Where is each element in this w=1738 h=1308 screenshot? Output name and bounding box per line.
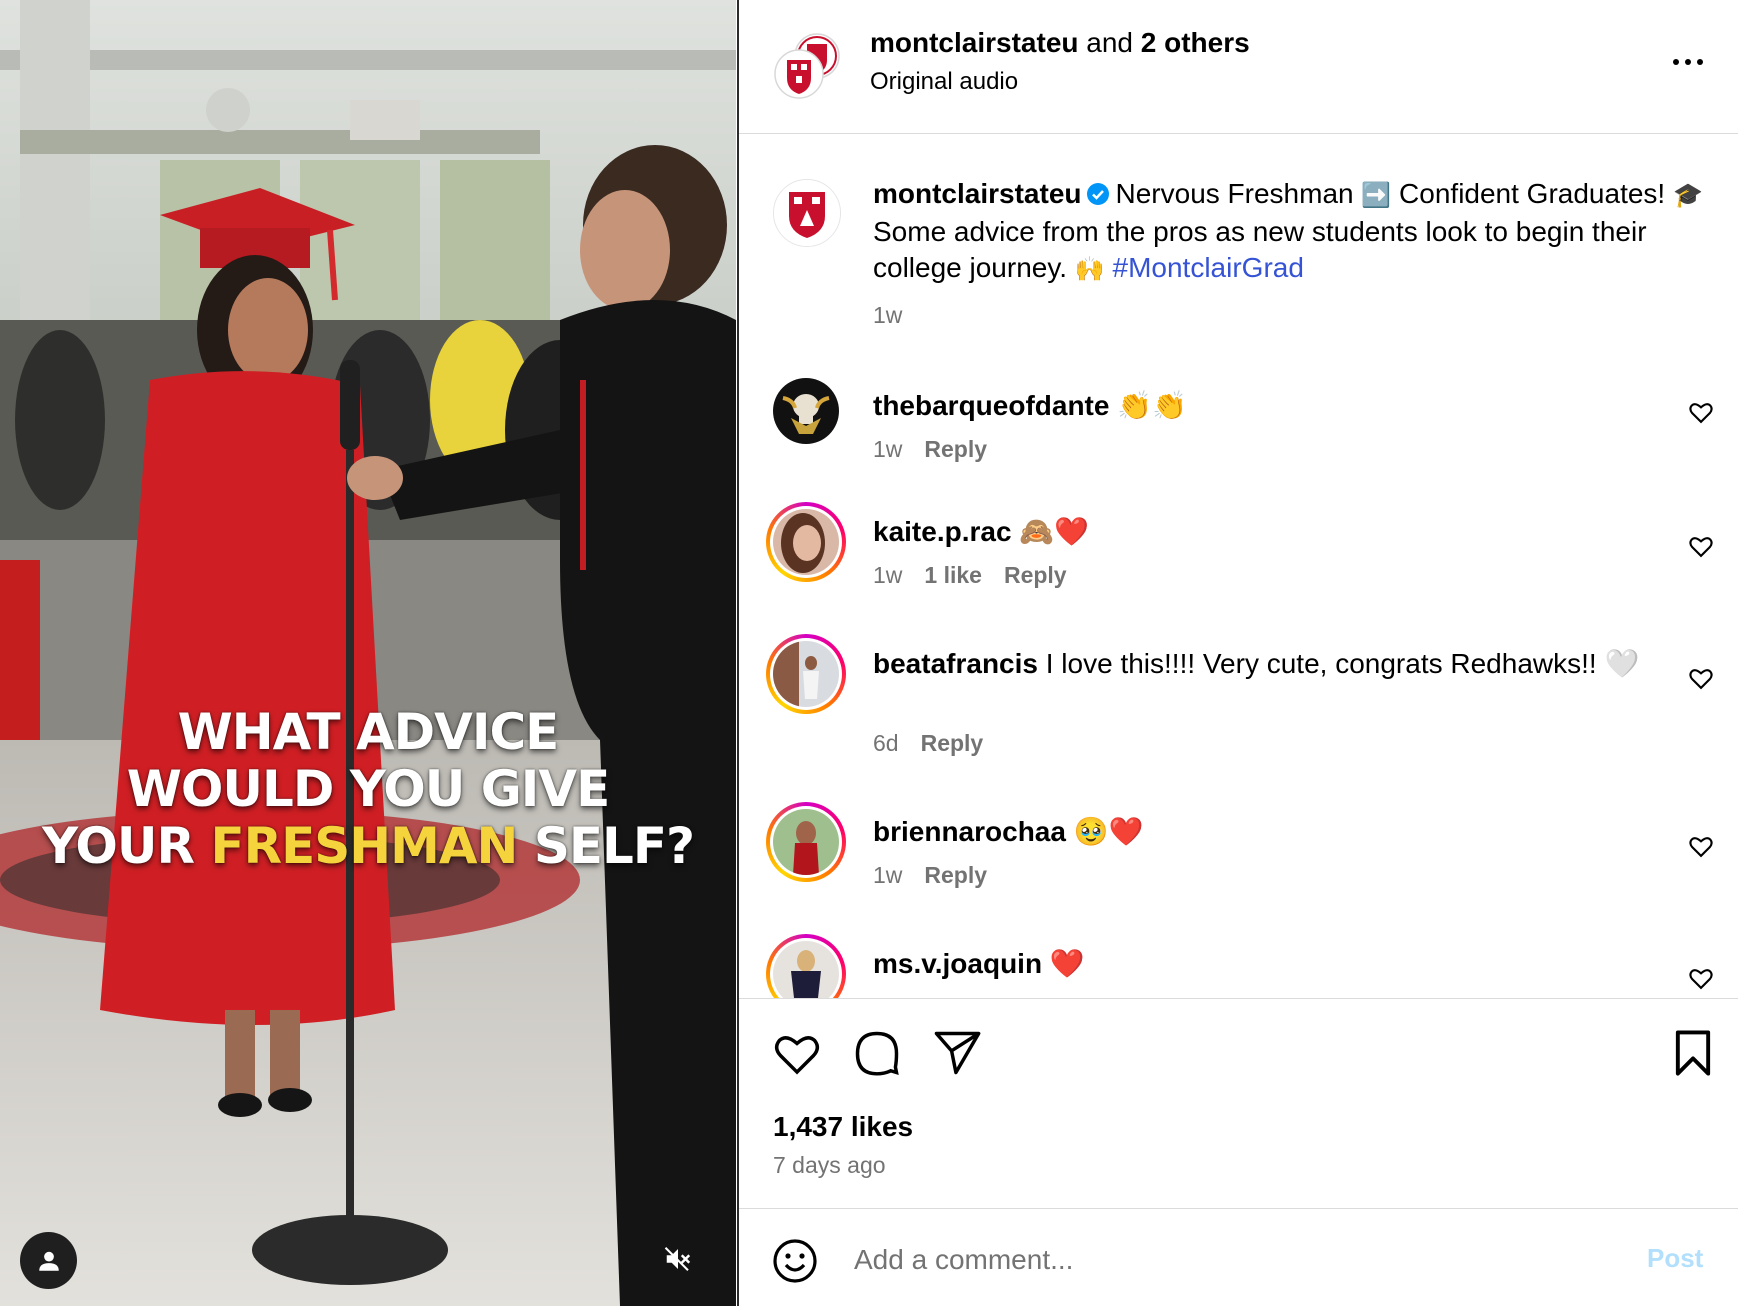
raised-hands-emoji: 🙌 — [1074, 256, 1105, 283]
comment-username[interactable]: thebarqueofdante — [873, 390, 1109, 421]
comment-time[interactable]: 1w — [873, 436, 902, 462]
like-comment-heart-icon[interactable] — [1687, 398, 1715, 426]
add-comment-input[interactable] — [852, 1231, 1556, 1289]
add-comment-bar: Post — [739, 1208, 1738, 1308]
video-frame-image — [0, 0, 736, 1306]
emoji-picker-icon[interactable] — [771, 1237, 819, 1285]
user-icon — [38, 1251, 59, 1271]
header-and-text: and — [1078, 27, 1141, 58]
header-account-link[interactable]: montclairstateu — [870, 27, 1079, 58]
story-ring-avatar[interactable] — [766, 502, 846, 582]
mute-toggle-button[interactable] — [648, 1234, 708, 1284]
caption-time[interactable]: 1w — [873, 302, 902, 329]
commenter-avatar — [773, 809, 839, 875]
more-dot — [1685, 59, 1691, 65]
likes-count[interactable]: 1,437 likes — [773, 1111, 913, 1143]
comment-time[interactable]: 6d — [873, 730, 899, 756]
comment-body: 🙈❤️ — [1019, 516, 1090, 547]
montclair-logo-icon — [774, 33, 840, 99]
caption-author-avatar[interactable] — [773, 179, 841, 247]
commenter-avatar — [773, 941, 839, 998]
comment-username[interactable]: beatafrancis — [873, 648, 1038, 679]
caption-highlight-word: FRESHMAN — [210, 817, 518, 875]
audio-label[interactable]: Original audio — [870, 68, 1018, 96]
arrow-emoji: ➡️ — [1361, 182, 1392, 209]
share-send-icon[interactable] — [931, 1027, 983, 1079]
comment-body: I love this!!!! Very cute, congrats Redh… — [1045, 648, 1640, 679]
more-options-button[interactable] — [1666, 44, 1710, 80]
comment-text-block: thebarqueofdante 👏👏 — [873, 388, 1643, 424]
reply-button[interactable]: Reply — [921, 730, 984, 756]
comment-meta: 1w 1 like Reply — [873, 562, 1067, 589]
header-others-link[interactable]: 2 others — [1141, 27, 1250, 58]
video-caption-overlay: WHAT ADVICE WOULD YOU GIVE YOUR FRESHMAN… — [0, 704, 736, 875]
post-caption: montclairstateu Nervous Freshman ➡️ Confi… — [873, 176, 1713, 288]
commenter-avatar — [773, 509, 839, 575]
post-date[interactable]: 7 days ago — [773, 1152, 886, 1179]
like-heart-icon[interactable] — [771, 1027, 823, 1079]
comment-meta: 1w Reply — [873, 862, 987, 889]
reply-button[interactable]: Reply — [924, 436, 987, 462]
hashtag-link[interactable]: #MontclairGrad — [1113, 252, 1304, 283]
comment-text-block: beatafrancis I love this!!!! Very cute, … — [873, 646, 1643, 682]
commenter-avatar[interactable] — [773, 378, 839, 444]
reel-video[interactable]: WHAT ADVICE WOULD YOU GIVE YOUR FRESHMAN… — [0, 0, 736, 1306]
header-title: montclairstateu and 2 others — [870, 27, 1250, 59]
profile-photo-image — [773, 509, 839, 575]
more-dots-icon — [1673, 59, 1679, 65]
caption-line-3: YOUR FRESHMAN SELF? — [0, 818, 736, 875]
comment-username[interactable]: briennarochaa — [873, 816, 1066, 847]
like-comment-heart-icon[interactable] — [1687, 832, 1715, 860]
caption-text-2: Confident Graduates! — [1391, 178, 1673, 209]
story-ring-avatar[interactable] — [766, 934, 846, 998]
like-comment-heart-icon[interactable] — [1687, 532, 1715, 560]
caption-username[interactable]: montclairstateu — [873, 178, 1082, 209]
story-ring-avatar[interactable] — [766, 634, 846, 714]
reply-button[interactable]: Reply — [1004, 562, 1067, 588]
montclair-shield-icon — [774, 180, 840, 246]
comment-meta: 6d Reply — [873, 730, 983, 757]
collab-avatars[interactable] — [771, 30, 851, 102]
caption-line-3-end: SELF? — [517, 817, 695, 875]
post-actions: 1,437 likes 7 days ago Post — [739, 998, 1738, 1307]
comment-time[interactable]: 1w — [873, 562, 902, 588]
bookmark-save-icon[interactable] — [1667, 1027, 1719, 1079]
tagged-users-button[interactable] — [20, 1232, 77, 1289]
speaker-muted-icon — [664, 1247, 691, 1271]
comment-username[interactable]: ms.v.joaquin — [873, 948, 1042, 979]
like-comment-heart-icon[interactable] — [1687, 964, 1715, 992]
graduation-cap-emoji: 🎓 — [1673, 182, 1703, 209]
comment-text-block: ms.v.joaquin ❤️ — [873, 946, 1643, 982]
post-details-panel: montclairstateu and 2 others Original au… — [739, 0, 1738, 1306]
caption-line-2: WOULD YOU GIVE — [126, 760, 610, 818]
caption-line-1: WHAT ADVICE — [177, 703, 560, 761]
commenter-avatar — [773, 641, 839, 707]
more-dot — [1697, 59, 1703, 65]
comment-bubble-icon[interactable] — [851, 1027, 903, 1079]
comments-scroll-area[interactable]: montclairstateu Nervous Freshman ➡️ Confi… — [739, 134, 1738, 998]
comment-username[interactable]: kaite.p.rac — [873, 516, 1012, 547]
profile-photo-image — [773, 941, 839, 998]
reply-button[interactable]: Reply — [924, 862, 987, 888]
comment-meta: 1w Reply — [873, 436, 987, 463]
caption-text-1: Nervous Freshman — [1115, 178, 1362, 209]
story-ring-avatar[interactable] — [766, 802, 846, 882]
comment-text-block: kaite.p.rac 🙈❤️ — [873, 514, 1643, 550]
verified-badge-icon — [1086, 183, 1109, 205]
comment-time[interactable]: 1w — [873, 862, 902, 888]
skull-avatar-image — [773, 378, 839, 444]
comment-text-block: briennarochaa 🥹❤️ — [873, 814, 1643, 850]
comment-body: 👏👏 — [1117, 390, 1187, 421]
post-comment-button[interactable]: Post — [1647, 1243, 1703, 1274]
comment-body: ❤️ — [1049, 948, 1085, 979]
profile-photo-image — [773, 641, 839, 707]
comment-body: 🥹❤️ — [1073, 816, 1144, 847]
comment-like-count[interactable]: 1 like — [924, 562, 982, 588]
post-header: montclairstateu and 2 others Original au… — [739, 0, 1738, 134]
profile-photo-image — [773, 809, 839, 875]
like-comment-heart-icon[interactable] — [1687, 664, 1715, 692]
caption-line-3-start: YOUR — [42, 817, 211, 875]
